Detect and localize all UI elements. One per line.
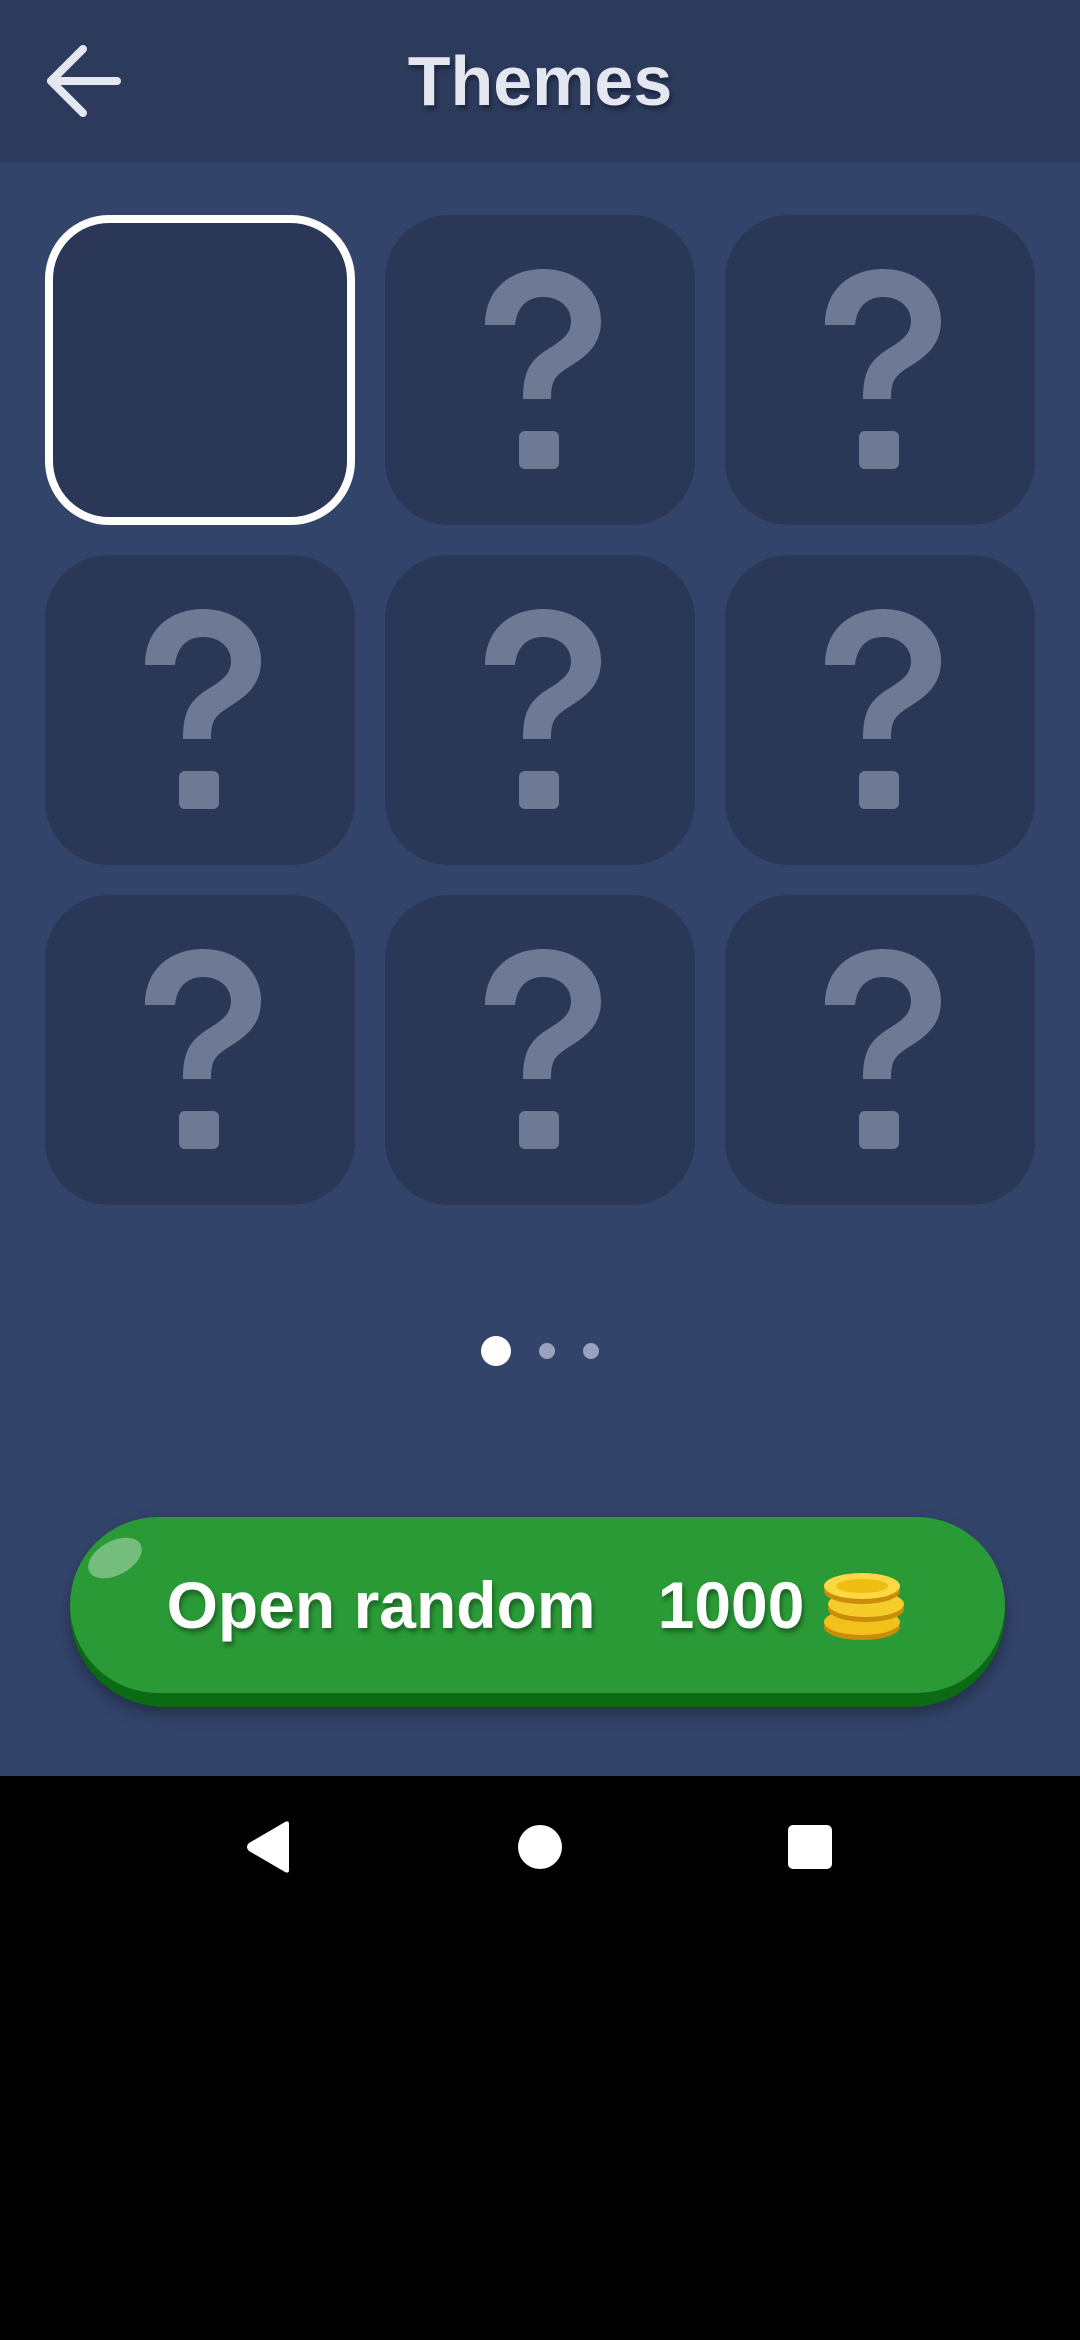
question-mark-icon <box>485 269 601 469</box>
question-mark-icon <box>825 269 941 469</box>
theme-tile-locked[interactable] <box>45 555 355 865</box>
page-title: Themes <box>407 42 673 120</box>
nav-recents-button[interactable] <box>750 1776 870 1918</box>
themes-screen: Themes Open random 1000 <box>0 0 1080 1776</box>
question-mark-icon <box>145 609 261 809</box>
theme-tile-locked[interactable] <box>385 895 695 1205</box>
theme-tile-locked[interactable] <box>385 215 695 525</box>
theme-tile-selected[interactable] <box>45 215 355 525</box>
question-mark-icon <box>485 609 601 809</box>
open-random-label: Open random <box>166 1568 596 1642</box>
system-navigation-bar <box>0 1776 1080 1918</box>
theme-tile-locked[interactable] <box>725 215 1035 525</box>
page-indicator <box>0 1336 1080 1366</box>
page-dot[interactable] <box>539 1343 555 1359</box>
theme-grid <box>45 215 1035 1205</box>
theme-tile-locked[interactable] <box>45 895 355 1205</box>
nav-home-icon <box>518 1825 562 1869</box>
nav-back-icon <box>247 1821 289 1873</box>
top-bar: Themes <box>0 0 1080 162</box>
question-mark-icon <box>825 609 941 809</box>
question-mark-icon <box>485 949 601 1149</box>
page-dot[interactable] <box>583 1343 599 1359</box>
page-dot-active[interactable] <box>481 1336 511 1366</box>
open-random-button-face: Open random 1000 <box>70 1517 1005 1693</box>
nav-recents-icon <box>788 1825 832 1869</box>
button-shine <box>81 1529 149 1587</box>
coins-icon <box>824 1573 905 1640</box>
nav-home-button[interactable] <box>480 1776 600 1918</box>
open-random-price: 1000 <box>657 1568 805 1642</box>
theme-tile-locked[interactable] <box>725 555 1035 865</box>
question-mark-icon <box>145 949 261 1149</box>
nav-back-button[interactable] <box>208 1776 328 1918</box>
open-random-button[interactable]: Open random 1000 <box>70 1517 1005 1707</box>
theme-tile-locked[interactable] <box>725 895 1035 1205</box>
theme-tile-locked[interactable] <box>385 555 695 865</box>
question-mark-icon <box>825 949 941 1149</box>
